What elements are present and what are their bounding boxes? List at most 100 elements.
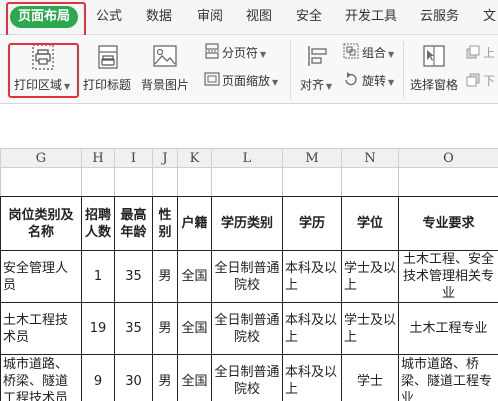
cell[interactable]: 全国: [177, 354, 212, 401]
header-cell[interactable]: 户籍: [177, 196, 212, 251]
cell[interactable]: 全国: [177, 302, 212, 355]
page-zoom-label: 页面缩放: [222, 74, 271, 88]
cell[interactable]: 安全管理人员: [0, 250, 82, 303]
chevron-down-icon: ▼: [388, 50, 395, 59]
cell[interactable]: 1: [81, 250, 115, 303]
cell[interactable]: [152, 167, 178, 197]
column-header[interactable]: K: [177, 148, 212, 168]
group-button[interactable]: 组合 ▼: [362, 44, 394, 61]
cell[interactable]: 本科及以上: [282, 302, 342, 355]
column-header[interactable]: N: [341, 148, 399, 168]
column-header[interactable]: L: [211, 148, 283, 168]
cell[interactable]: 19: [81, 302, 115, 355]
background-image-button[interactable]: 背景图片: [141, 76, 189, 93]
ribbon-toolbar: 打印区域 ▼ 打印标题 背景图片 分页符 ▼ 页面缩放 ▼ 对齐 ▼ 组合 ▼ …: [0, 35, 498, 104]
table-row: 土木工程技术员 19 35 男 全国 全日制普通院校 本科及以上 学士及以上 土…: [0, 302, 498, 355]
header-cell[interactable]: 学历类别: [211, 196, 283, 251]
print-titles-icon[interactable]: [96, 44, 120, 74]
cell[interactable]: 本科及以上: [282, 354, 342, 401]
cell[interactable]: 全日制普通院校: [211, 302, 283, 355]
column-header[interactable]: O: [398, 148, 498, 168]
cell[interactable]: [398, 167, 498, 197]
cell[interactable]: [114, 167, 153, 197]
cell[interactable]: [81, 167, 115, 197]
cell[interactable]: 学士: [341, 354, 399, 401]
page-break-button[interactable]: 分页符 ▼: [222, 44, 266, 61]
rotate-icon[interactable]: [343, 71, 359, 91]
column-header[interactable]: J: [152, 148, 178, 168]
send-backward-button[interactable]: 下: [483, 72, 495, 89]
table-row: 安全管理人员 1 35 男 全国 全日制普通院校 本科及以上 学士及以上 土木工…: [0, 250, 498, 303]
cell[interactable]: 35: [114, 302, 153, 355]
align-label: 对齐: [300, 78, 325, 92]
bring-forward-icon[interactable]: [466, 44, 480, 63]
cell[interactable]: 全日制普通院校: [211, 250, 283, 303]
highlight-box-page-layout: [6, 2, 86, 37]
blank-area: [0, 104, 498, 148]
tab-review[interactable]: 审阅: [197, 6, 223, 28]
group-icon[interactable]: [343, 43, 359, 63]
page-zoom-icon[interactable]: [204, 71, 220, 91]
cell[interactable]: [177, 167, 212, 197]
column-header[interactable]: H: [81, 148, 115, 168]
page-break-label: 分页符: [222, 46, 259, 60]
cell[interactable]: 男: [152, 354, 178, 401]
header-cell[interactable]: 招聘人数: [81, 196, 115, 251]
tab-data[interactable]: 数据: [146, 6, 172, 28]
cell[interactable]: 城市道路、桥梁、隧道工程专业: [398, 354, 498, 401]
cell[interactable]: 城市道路、桥梁、隧道工程技术员: [0, 354, 82, 401]
print-titles-button[interactable]: 打印标题: [83, 76, 131, 93]
table-header-row: 岗位类别及名称 招聘人数 最高年龄 性别 户籍 学历类别 学历 学位 专业要求: [0, 196, 498, 251]
bring-forward-button[interactable]: 上: [483, 44, 495, 61]
header-cell[interactable]: 性别: [152, 196, 178, 251]
cell[interactable]: 土木工程技术员: [0, 302, 82, 355]
page-break-icon[interactable]: [204, 43, 220, 63]
tab-view[interactable]: 视图: [246, 6, 272, 28]
align-icon[interactable]: [306, 44, 330, 72]
rotate-button[interactable]: 旋转 ▼: [362, 72, 394, 89]
cell[interactable]: 全日制普通院校: [211, 354, 283, 401]
send-backward-icon[interactable]: [466, 72, 480, 91]
column-header[interactable]: G: [0, 148, 82, 168]
header-cell[interactable]: 最高年龄: [114, 196, 153, 251]
column-header[interactable]: M: [282, 148, 342, 168]
page-zoom-button[interactable]: 页面缩放 ▼: [222, 72, 278, 89]
ribbon-tab-bar: 页面布局 公式 数据 审阅 视图 安全 开发工具 云服务 文: [0, 0, 498, 37]
rotate-label: 旋转: [362, 74, 387, 88]
cell[interactable]: 学士及以上: [341, 250, 399, 303]
cell[interactable]: 男: [152, 250, 178, 303]
cell[interactable]: 土木工程专业: [398, 302, 498, 355]
header-cell[interactable]: 专业要求: [398, 196, 498, 251]
cell[interactable]: [211, 167, 283, 197]
background-image-icon[interactable]: [152, 44, 178, 72]
cell[interactable]: 35: [114, 250, 153, 303]
header-cell[interactable]: 岗位类别及名称: [0, 196, 82, 251]
chevron-down-icon: ▼: [260, 50, 267, 59]
align-button[interactable]: 对齐 ▼: [300, 76, 332, 93]
cell[interactable]: 本科及以上: [282, 250, 342, 303]
tab-more[interactable]: 文: [483, 6, 496, 28]
cell[interactable]: 全国: [177, 250, 212, 303]
cell[interactable]: 男: [152, 302, 178, 355]
cell[interactable]: [0, 167, 82, 197]
tab-formulas[interactable]: 公式: [96, 6, 122, 28]
selection-pane-icon[interactable]: [422, 44, 446, 72]
cell[interactable]: [282, 167, 342, 197]
chevron-down-icon: ▼: [272, 78, 279, 87]
cell[interactable]: [341, 167, 399, 197]
header-cell[interactable]: 学历: [282, 196, 342, 251]
selection-pane-button[interactable]: 选择窗格: [410, 76, 458, 93]
column-header-row: G H I J K L M N O: [0, 148, 498, 168]
column-header[interactable]: I: [114, 148, 153, 168]
header-cell[interactable]: 学位: [341, 196, 399, 251]
tab-developer-tools[interactable]: 开发工具: [345, 6, 397, 28]
tab-security[interactable]: 安全: [296, 6, 322, 28]
toolbar-separator: [403, 41, 404, 99]
cell[interactable]: 土木工程、安全技术管理相关专业: [398, 250, 498, 303]
cell[interactable]: 30: [114, 354, 153, 401]
chevron-down-icon: ▼: [388, 78, 395, 87]
tab-cloud-service[interactable]: 云服务: [420, 6, 459, 28]
cell[interactable]: 9: [81, 354, 115, 401]
table-row: 城市道路、桥梁、隧道工程技术员 9 30 男 全国 全日制普通院校 本科及以上 …: [0, 354, 498, 401]
cell[interactable]: 学士及以上: [341, 302, 399, 355]
